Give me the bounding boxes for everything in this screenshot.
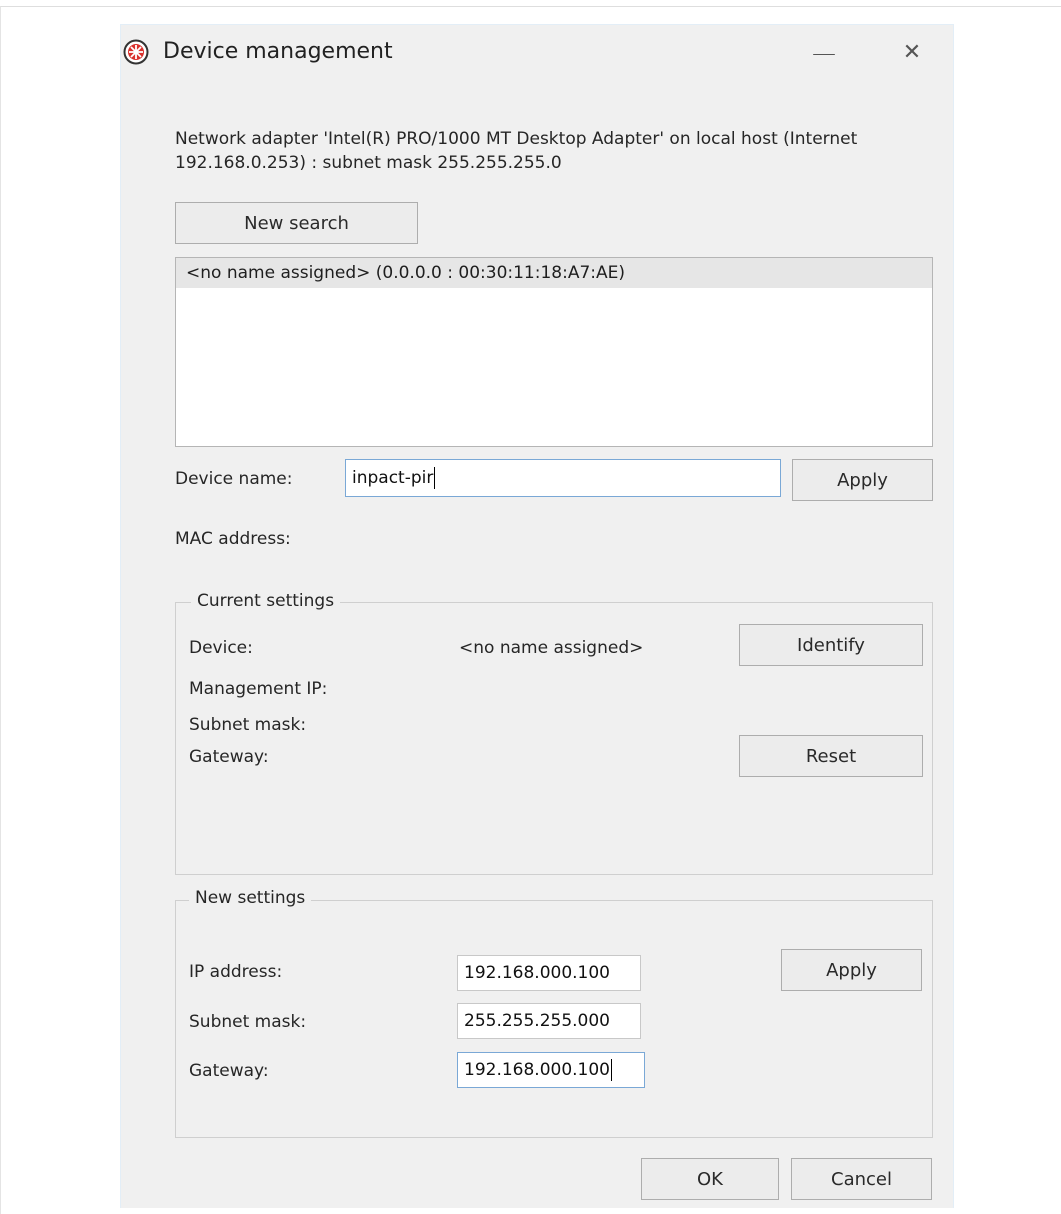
- minimize-icon[interactable]: —: [807, 39, 841, 69]
- device-value: <no name assigned>: [459, 638, 644, 658]
- ip-address-value: 192.168.000.100: [464, 963, 611, 983]
- ok-button[interactable]: OK: [641, 1158, 779, 1200]
- new-subnet-mask-label: Subnet mask:: [189, 1012, 307, 1032]
- close-icon[interactable]: ✕: [895, 39, 929, 69]
- gateway-value: 192.168.000.100: [464, 1060, 611, 1080]
- device-management-dialog: Device management — ✕ Network adapter 'I…: [120, 24, 954, 1208]
- identify-button[interactable]: Identify: [739, 624, 923, 666]
- gateway-caret: [611, 1059, 613, 1081]
- new-settings-apply-button[interactable]: Apply: [781, 949, 922, 991]
- new-gateway-label: Gateway:: [189, 1061, 269, 1081]
- new-search-button[interactable]: New search: [175, 202, 418, 244]
- device-list-item[interactable]: <no name assigned> (0.0.0.0 : 00:30:11:1…: [176, 258, 932, 288]
- current-gateway-label: Gateway:: [189, 747, 269, 767]
- gateway-input[interactable]: 192.168.000.100: [457, 1052, 645, 1088]
- text-caret: [434, 467, 436, 489]
- window-title: Device management: [163, 39, 393, 64]
- current-subnet-mask-label: Subnet mask:: [189, 715, 307, 735]
- device-name-label: Device name:: [175, 469, 293, 489]
- ip-address-input[interactable]: 192.168.000.100: [457, 955, 641, 991]
- cancel-button[interactable]: Cancel: [791, 1158, 932, 1200]
- app-logo-icon: [123, 39, 149, 65]
- management-ip-label: Management IP:: [189, 679, 328, 699]
- device-name-apply-button[interactable]: Apply: [792, 459, 933, 501]
- ip-address-label: IP address:: [189, 962, 283, 982]
- device-name-value: inpact-pir: [352, 468, 434, 488]
- adapter-info-line1: Network adapter 'Intel(R) PRO/1000 MT De…: [175, 129, 858, 149]
- device-label: Device:: [189, 638, 253, 658]
- device-list[interactable]: <no name assigned> (0.0.0.0 : 00:30:11:1…: [175, 257, 933, 447]
- mac-address-label: MAC address:: [175, 529, 291, 549]
- current-settings-title: Current settings: [191, 591, 341, 611]
- device-name-input[interactable]: inpact-pir: [345, 459, 781, 497]
- subnet-mask-value: 255.255.255.000: [464, 1011, 611, 1031]
- adapter-info-line2: 192.168.0.253) : subnet mask 255.255.255…: [175, 153, 562, 173]
- new-settings-title: New settings: [189, 888, 312, 908]
- reset-button[interactable]: Reset: [739, 735, 923, 777]
- subnet-mask-input[interactable]: 255.255.255.000: [457, 1003, 641, 1039]
